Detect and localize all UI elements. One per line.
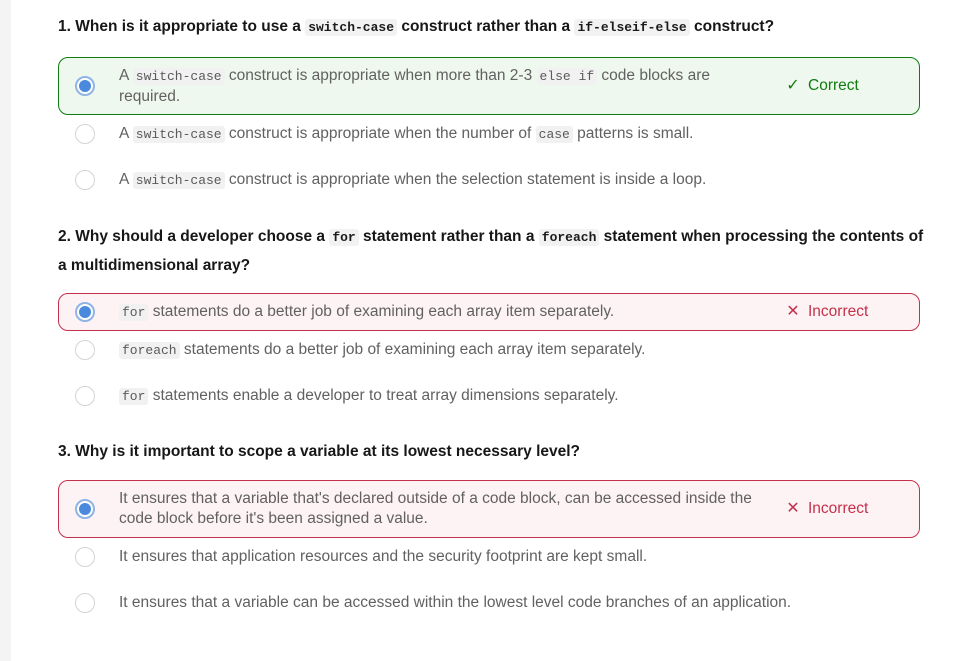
answer-option[interactable]: A switch-case construct is appropriate w…: [58, 57, 920, 115]
answer-text: It ensures that a variable that's declar…: [119, 490, 752, 527]
answer-option[interactable]: foreach statements do a better job of ex…: [58, 340, 920, 360]
radio-button[interactable]: [75, 170, 95, 190]
question-title: 2. Why should a developer choose a for s…: [58, 228, 924, 274]
answer-text: foreach statements do a better job of ex…: [119, 340, 920, 361]
question-title: 1. When is it appropriate to use a switc…: [58, 18, 775, 36]
radio-button[interactable]: [75, 593, 95, 613]
answer-option[interactable]: for statements enable a developer to tre…: [58, 386, 920, 406]
radio-button[interactable]: [75, 124, 95, 144]
answer-text: A switch-case construct is appropriate w…: [119, 66, 710, 105]
radio-button[interactable]: [75, 340, 95, 360]
question-title: 3. Why is it important to scope a variab…: [58, 443, 581, 460]
x-mark-icon: ✕: [786, 500, 800, 517]
answer-text: A switch-case construct is appropriate w…: [119, 124, 694, 143]
answer-option[interactable]: A switch-case construct is appropriate w…: [58, 170, 920, 190]
checkmark-icon: ✓: [786, 77, 800, 94]
radio-button[interactable]: [75, 302, 95, 322]
answer-option[interactable]: It ensures that a variable that's declar…: [58, 480, 920, 538]
x-mark-icon: ✕: [786, 303, 800, 320]
answer-option[interactable]: It ensures that application resources an…: [58, 547, 920, 567]
question-2: 2. Why should a developer choose a for s…: [58, 223, 928, 406]
answer-text: It ensures that a variable can be access…: [119, 594, 792, 611]
answer-text: for statements enable a developer to tre…: [119, 386, 920, 407]
feedback-correct: ✓ Correct: [784, 76, 919, 96]
feedback-incorrect: ✕ Incorrect: [784, 302, 919, 322]
answer-option[interactable]: It ensures that a variable can be access…: [58, 593, 920, 613]
answer-option[interactable]: for statements do a better job of examin…: [58, 293, 920, 331]
radio-button[interactable]: [75, 547, 95, 567]
radio-button[interactable]: [75, 76, 95, 96]
answer-text: A switch-case construct is appropriate w…: [119, 170, 707, 189]
feedback-incorrect: ✕ Incorrect: [784, 499, 919, 519]
question-1: 1. When is it appropriate to use a switc…: [58, 13, 928, 190]
radio-button[interactable]: [75, 499, 95, 519]
question-3: 3. Why is it important to scope a variab…: [58, 438, 928, 613]
answer-text: for statements do a better job of examin…: [119, 302, 784, 323]
answer-option[interactable]: A switch-case construct is appropriate w…: [58, 124, 920, 144]
quiz-page: 1. When is it appropriate to use a switc…: [11, 0, 973, 661]
radio-button[interactable]: [75, 386, 95, 406]
answer-text: It ensures that application resources an…: [119, 548, 648, 565]
